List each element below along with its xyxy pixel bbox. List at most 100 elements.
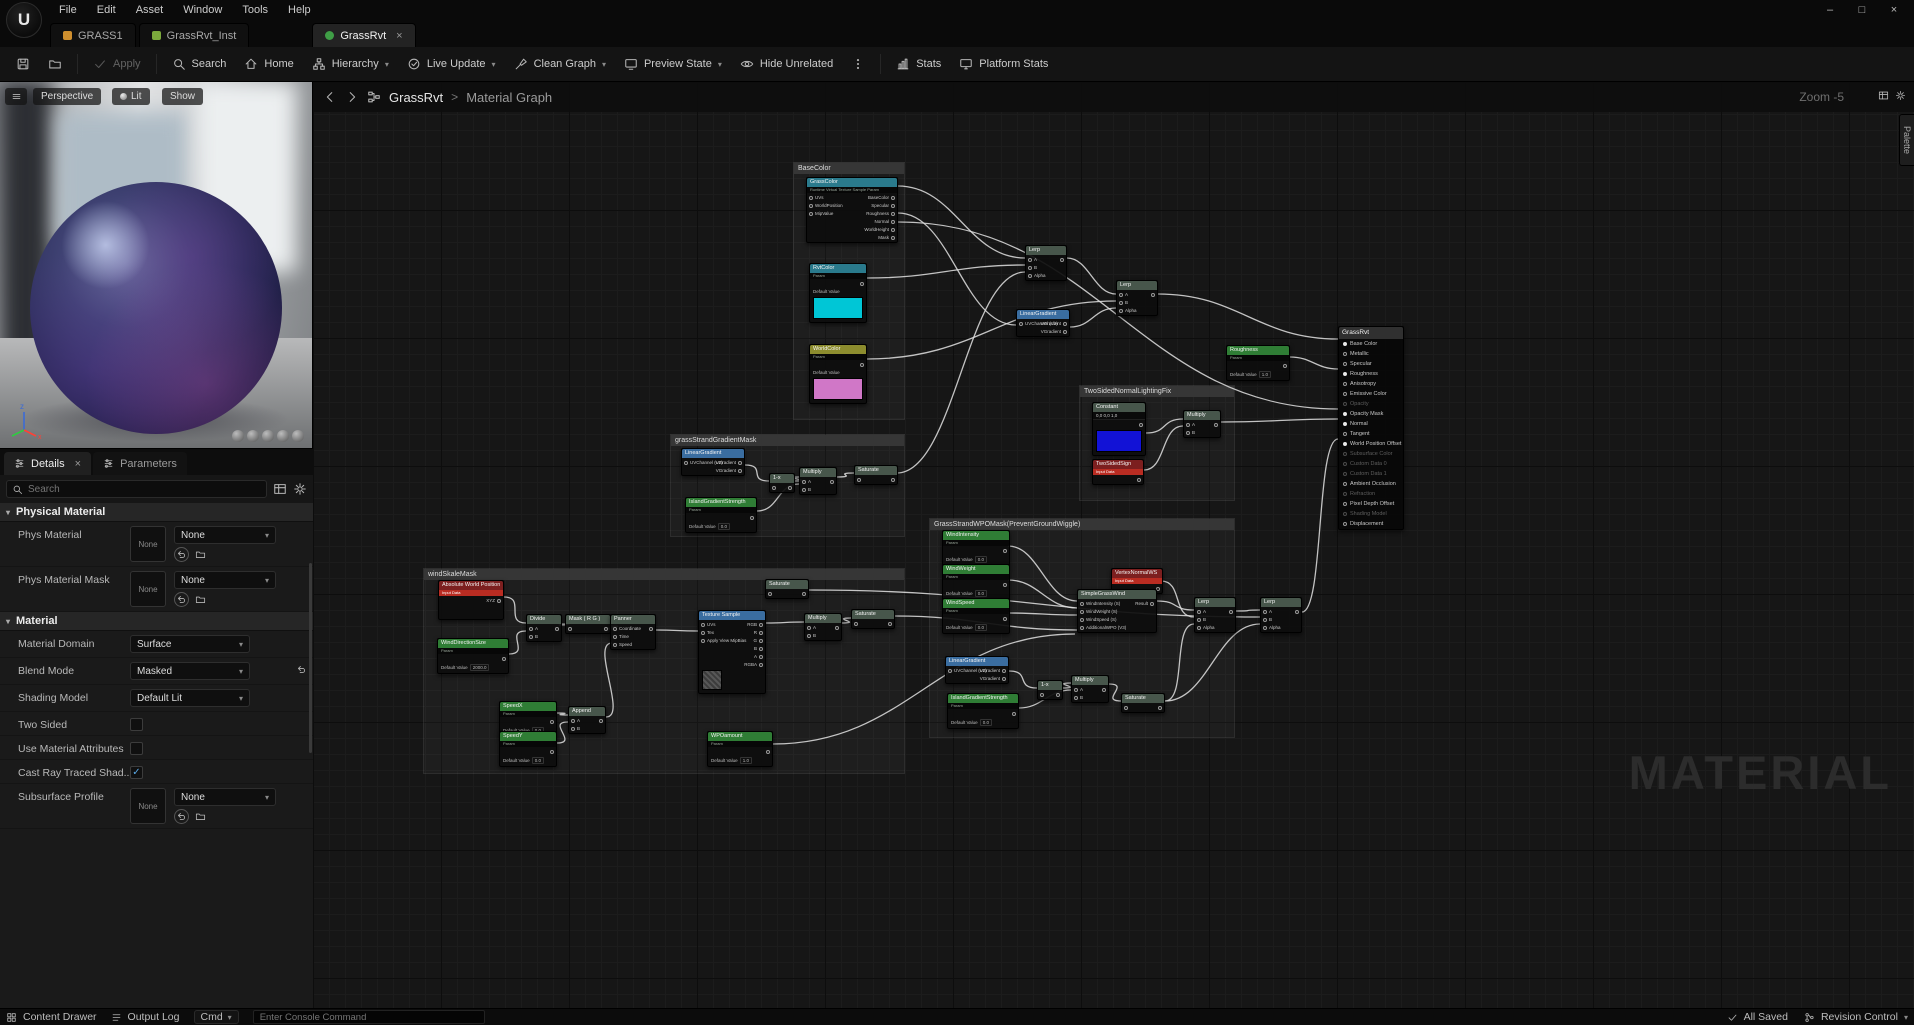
menu-window[interactable]: Window (174, 2, 231, 18)
pin-speed[interactable]: Speed (613, 641, 641, 648)
pin[interactable] (858, 280, 864, 287)
pin-opacity[interactable]: Opacity (1339, 399, 1403, 409)
node-wpoamount[interactable]: WPOamount Param Default Value 1.0 (707, 731, 773, 768)
pin-custom-data-1[interactable]: Custom Data 1 (1339, 469, 1403, 479)
pin-ambient-occlusion[interactable]: Ambient Occlusion (1339, 479, 1403, 489)
live-update-button[interactable]: Live Update ▾ (399, 51, 504, 77)
pin-roughness[interactable]: Roughness (864, 210, 895, 217)
node-mask-r-g[interactable]: Mask ( R G ) (565, 614, 611, 634)
node-append[interactable]: Append A B (568, 706, 606, 734)
node-lerp[interactable]: Lerp A B Alpha (1025, 245, 1067, 281)
show-menu-button[interactable]: Show (162, 88, 204, 105)
pin-b[interactable]: B (1263, 616, 1281, 623)
pin-opacity-mask[interactable]: Opacity Mask (1339, 409, 1403, 419)
pin-a[interactable]: A (1263, 608, 1281, 615)
node-saturate[interactable]: Saturate (765, 579, 809, 599)
node-multiply[interactable]: Multiply A B (799, 467, 837, 495)
node-roughness[interactable]: Roughness Param Default Value 1.0 (1226, 345, 1290, 382)
minimize-button[interactable]: – (1816, 0, 1844, 19)
pin-alpha[interactable]: Alpha (1197, 624, 1215, 631)
color-swatch[interactable] (813, 378, 863, 401)
dropdown-subsurface-profile[interactable]: None ▾ (174, 788, 276, 806)
pin[interactable] (568, 625, 574, 632)
pin[interactable] (1040, 691, 1046, 698)
pin-b[interactable]: B (745, 645, 763, 652)
pin-b[interactable]: B (1074, 694, 1083, 701)
pin-basecolor[interactable]: BaseColor (864, 194, 895, 201)
node-multiply[interactable]: Multiply A B (1071, 675, 1109, 703)
use-selected-button[interactable] (174, 809, 189, 824)
pin[interactable] (1149, 291, 1155, 298)
pin[interactable] (1010, 710, 1016, 717)
asset-thumbnail[interactable]: None (130, 571, 166, 607)
pin[interactable] (772, 484, 778, 491)
node-1-x[interactable]: 1-x (769, 473, 795, 493)
node-saturate[interactable]: Saturate (854, 465, 898, 485)
pin-world-position-offset[interactable]: World Position Offset (1339, 439, 1403, 449)
pin[interactable] (1137, 421, 1143, 428)
pin-worldposition[interactable]: WorldPosition (809, 202, 843, 209)
node-lineargradient[interactable]: LinearGradient UVChannel (V2) UGradient VGr… (945, 656, 1009, 684)
pin-custom-data-0[interactable]: Custom Data 0 (1339, 459, 1403, 469)
pin-subsurface-color[interactable]: Subsurface Color (1339, 449, 1403, 459)
cube-mesh-button[interactable] (262, 430, 274, 442)
material-preview-sphere[interactable] (30, 182, 282, 434)
pin[interactable] (1293, 608, 1299, 615)
pin[interactable] (1227, 608, 1233, 615)
tab-details[interactable]: Details × (4, 452, 92, 475)
pin[interactable] (833, 624, 839, 631)
pin-displacement[interactable]: Displacement (1339, 519, 1403, 529)
node-lerp[interactable]: Lerp A B Alpha (1116, 280, 1158, 316)
unreal-logo-icon[interactable]: U (6, 2, 42, 38)
close-tab-icon[interactable]: × (396, 30, 402, 42)
cylinder-mesh-button[interactable] (232, 430, 244, 442)
pin-time[interactable]: Time (613, 633, 641, 640)
asset-thumbnail[interactable]: None (130, 788, 166, 824)
display-options-icon[interactable] (273, 482, 287, 496)
pin-emissive-color[interactable]: Emissive Color (1339, 389, 1403, 399)
pin-tex[interactable]: Tex (701, 629, 743, 636)
pin-base-color[interactable]: Base Color (1339, 339, 1403, 349)
pin-b[interactable]: B (1119, 299, 1137, 306)
pin[interactable] (553, 625, 559, 632)
pin-ugradient[interactable]: UGradient (979, 667, 1006, 674)
pin-b[interactable]: B (1028, 264, 1046, 271)
viewport-menu-button[interactable] (5, 88, 27, 105)
pin-coordinate[interactable]: Coordinate (613, 625, 641, 632)
search-box[interactable] (6, 480, 267, 498)
node-lineargradient[interactable]: LinearGradient UVChannel (V2) UGradient VGr… (681, 448, 745, 476)
all-saved-button[interactable]: All Saved (1727, 1011, 1788, 1023)
pin-normal[interactable]: Normal (1339, 419, 1403, 429)
pin[interactable] (1001, 547, 1007, 554)
pin-a[interactable]: A (571, 717, 580, 724)
tab-grassrvt[interactable]: GrassRvt × (312, 23, 416, 47)
dropdown-phys-material-mask[interactable]: None ▾ (174, 571, 276, 589)
node-divide[interactable]: Divide A B (526, 614, 562, 642)
pin-g[interactable]: G (745, 637, 763, 644)
perspective-button[interactable]: Perspective (33, 88, 102, 105)
node-simplegrasswind[interactable]: SimpleGrassWind WindIntensity (S) WindWeig… (1077, 589, 1157, 633)
pin-a[interactable]: A (1074, 686, 1083, 693)
hierarchy-button[interactable]: Hierarchy ▾ (304, 51, 397, 77)
checkbox-two-sided[interactable] (130, 718, 143, 731)
pin-mipvalue[interactable]: MipValue (809, 210, 843, 217)
node-twosidedsign[interactable]: TwoSidedSign Input Data (1092, 459, 1144, 485)
dropdown-material-domain[interactable]: Surface ▾ (130, 635, 250, 653)
pin-a[interactable]: A (1197, 608, 1215, 615)
pin-refraction[interactable]: Refraction (1339, 489, 1403, 499)
pin-result[interactable]: Result (1135, 600, 1154, 607)
pin[interactable] (858, 361, 864, 368)
pin[interactable] (1124, 704, 1130, 711)
hide-unrelated-button[interactable]: Hide Unrelated (732, 51, 841, 77)
pin-shading-model[interactable]: Shading Model (1339, 509, 1403, 519)
node-multiply[interactable]: Multiply A B (804, 613, 842, 641)
pin[interactable] (1135, 476, 1141, 483)
pin[interactable] (548, 718, 554, 725)
pin[interactable] (828, 478, 834, 485)
pin-b[interactable]: B (1197, 616, 1215, 623)
pin-r[interactable]: R (745, 629, 763, 636)
revision-control-button[interactable]: Revision Control ▾ (1804, 1011, 1908, 1023)
browse-to-asset-icon[interactable] (195, 811, 206, 822)
pin-rgba[interactable]: RGBA (744, 661, 763, 668)
pin-uvs[interactable]: UVs (809, 194, 843, 201)
